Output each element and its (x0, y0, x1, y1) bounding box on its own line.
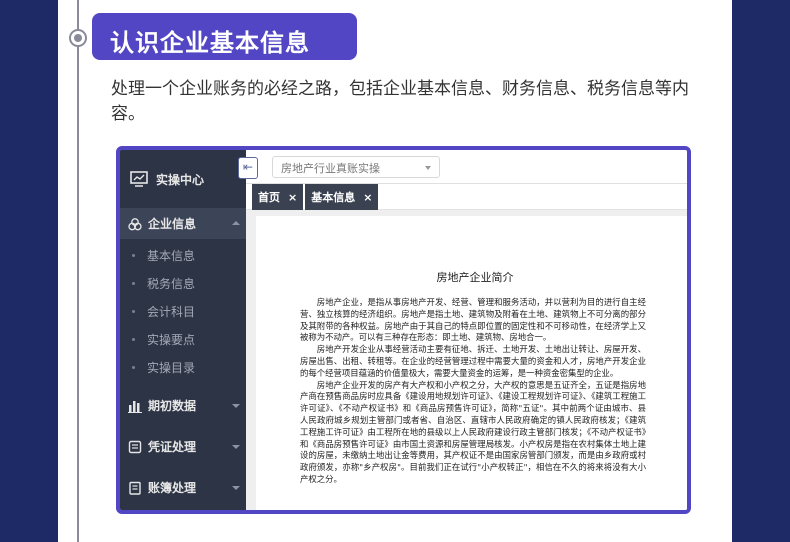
ledger-icon (129, 481, 141, 495)
sidebar: 实操中心 企业信息 基本信息 税务信息 会计科目 实操要点 实操目录 期初数据 … (120, 150, 246, 510)
sidebar-item-label: 期初数据 (148, 399, 197, 413)
submenu-item-label: 会计科目 (147, 304, 196, 319)
monitor-icon (130, 171, 148, 187)
chevron-up-icon (232, 220, 240, 225)
sidebar-header-label: 实操中心 (156, 172, 205, 187)
sidebar-item-label: 凭证处理 (148, 440, 197, 454)
sidebar-item-voucher[interactable]: 凭证处理 (120, 426, 246, 467)
sidebar-header[interactable]: 实操中心 (120, 150, 246, 208)
submenu-item-label: 实操目录 (147, 360, 196, 375)
document-title: 房地产企业简介 (436, 271, 514, 284)
submenu-item-catalog[interactable]: 实操目录 (120, 353, 246, 381)
bullet-icon (132, 253, 135, 257)
close-icon[interactable]: × (363, 191, 372, 204)
topbar: ⇤ 房地产行业真账实操 (238, 150, 687, 184)
screenshot-frame: 实操中心 企业信息 基本信息 税务信息 会计科目 实操要点 实操目录 期初数据 … (116, 146, 691, 514)
document-paragraph: 房地产企业开发的房产有大产权和小产权之分，大产权的意思是五证齐全，五证是指房地产… (300, 379, 646, 484)
submenu-item-basic-info[interactable]: 基本信息 (120, 241, 246, 269)
company-icon (128, 217, 142, 230)
submenu-item-accounts[interactable]: 会计科目 (120, 297, 246, 325)
chevron-down-icon (232, 403, 240, 408)
submenu-item-label: 税务信息 (147, 276, 196, 291)
bullet-icon (132, 365, 135, 369)
industry-select[interactable]: 房地产行业真账实操 (272, 156, 440, 178)
close-icon[interactable]: × (288, 191, 297, 204)
collapse-icon[interactable]: ⇤ (238, 157, 258, 179)
sidebar-item-ledger[interactable]: 账簿处理 (120, 467, 246, 508)
submenu-item-key-points[interactable]: 实操要点 (120, 325, 246, 353)
submenu-item-label: 基本信息 (147, 248, 196, 263)
bullet-icon (132, 281, 135, 285)
section-title: 认识企业基本信息 (92, 13, 357, 60)
sidebar-item-label: 账簿处理 (148, 481, 197, 495)
tab-label: 首页 (258, 191, 280, 204)
voucher-icon (128, 440, 142, 453)
document-page: 房地产企业简介 房地产企业，是指从事房地产开发、经营、管理和服务活动，并以营利为… (256, 216, 687, 510)
sidebar-submenu: 基本信息 税务信息 会计科目 实操要点 实操目录 (120, 239, 246, 385)
timeline-line (77, 0, 79, 542)
tab-bar: 首页 × 基本信息 × (246, 184, 687, 210)
tab-basic-info[interactable]: 基本信息 × (305, 184, 379, 210)
tab-label: 基本信息 (311, 191, 356, 204)
submenu-item-label: 实操要点 (147, 332, 196, 347)
chevron-down-icon (425, 166, 431, 170)
industry-select-value: 房地产行业真账实操 (281, 162, 380, 175)
document-area: 房地产企业简介 房地产企业，是指从事房地产开发、经营、管理和服务活动，并以营利为… (246, 210, 687, 510)
sidebar-item-opening-data[interactable]: 期初数据 (120, 385, 246, 426)
document-body: 房地产企业，是指从事房地产开发、经营、管理和服务活动，并以营利为目的进行自主经营… (300, 297, 646, 486)
sidebar-item-label: 企业信息 (148, 217, 197, 231)
chevron-down-icon (232, 444, 240, 449)
document-paragraph: 房地产开发企业从事经营活动主要有征地、拆迁、土地开发、土地出让转让、房屋开发、房… (300, 344, 646, 378)
chevron-down-icon (232, 485, 240, 490)
submenu-item-tax-info[interactable]: 税务信息 (120, 269, 246, 297)
tab-home[interactable]: 首页 × (252, 184, 304, 210)
section-description: 处理一个企业账务的必经之路，包括企业基本信息、财务信息、税务信息等内容。 (111, 79, 689, 124)
timeline-dot-icon (69, 29, 87, 47)
sidebar-item-company-info[interactable]: 企业信息 (120, 208, 246, 239)
bullet-icon (132, 337, 135, 341)
bar-chart-icon (128, 400, 142, 413)
bullet-icon (132, 309, 135, 313)
document-paragraph: 房地产企业，是指从事房地产开发、经营、管理和服务活动，并以营利为目的进行自主经营… (300, 297, 646, 343)
